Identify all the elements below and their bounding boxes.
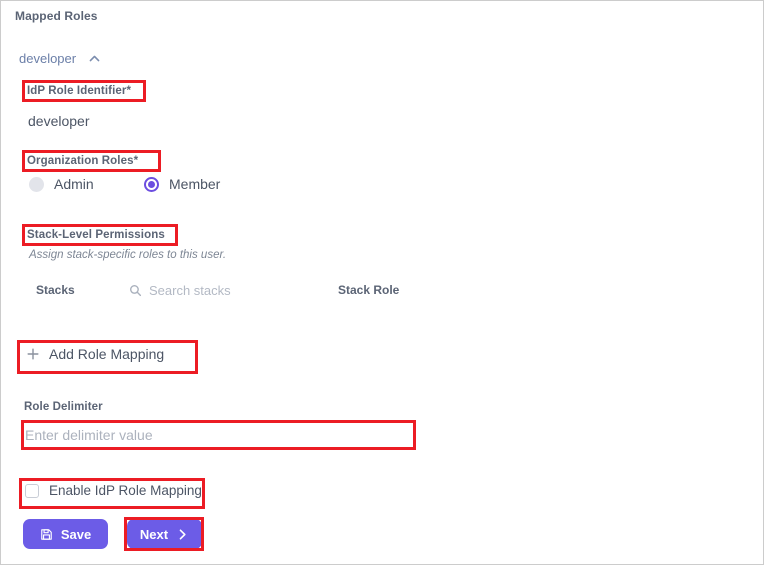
accordion-label: developer (19, 51, 77, 66)
enable-idp-role-mapping-checkbox[interactable]: Enable IdP Role Mapping (25, 483, 202, 498)
mapped-roles-panel: Mapped Roles developer IdP Role Identifi… (0, 0, 764, 565)
plus-icon (26, 347, 40, 361)
radio-option-member[interactable]: Member (144, 176, 220, 192)
next-button[interactable]: Next (127, 519, 202, 549)
radio-dot-member[interactable] (144, 176, 159, 192)
search-icon (129, 284, 142, 297)
chevron-right-icon (176, 528, 189, 541)
organization-roles-radio-group: Admin Member (29, 176, 220, 192)
save-button-label: Save (60, 526, 92, 542)
column-header-stacks: Stacks (36, 283, 75, 297)
organization-roles-label: Organization Roles* (27, 155, 139, 167)
radio-label-admin: Admin (54, 176, 94, 192)
stack-level-permissions-label: Stack-Level Permissions (27, 229, 165, 241)
radio-dot-admin[interactable] (29, 176, 44, 192)
accordion-header-developer[interactable]: developer (19, 51, 101, 66)
role-delimiter-label: Role Delimiter (24, 401, 103, 413)
next-button-label: Next (139, 526, 169, 542)
radio-option-admin[interactable]: Admin (29, 176, 144, 192)
checkbox-box[interactable] (25, 483, 39, 498)
add-role-mapping-button[interactable]: Add Role Mapping (26, 346, 164, 362)
radio-label-member: Member (169, 176, 221, 192)
add-role-mapping-label: Add Role Mapping (49, 346, 165, 362)
idp-role-identifier-value: developer (28, 113, 90, 129)
role-delimiter-input[interactable] (23, 422, 414, 448)
search-stacks-field[interactable] (129, 283, 299, 298)
column-header-stack-role: Stack Role (338, 283, 400, 297)
idp-role-identifier-label: IdP Role Identifier* (27, 85, 132, 97)
chevron-up-icon[interactable] (88, 52, 101, 65)
floppy-disk-save-icon (40, 528, 53, 541)
enable-idp-role-mapping-label: Enable IdP Role Mapping (49, 483, 202, 498)
stack-level-permissions-helper-text: Assign stack-specific roles to this user… (29, 249, 227, 261)
stacks-table-header: Stacks Stack Role (1, 283, 763, 301)
page-title: Mapped Roles (15, 9, 98, 23)
save-button[interactable]: Save (23, 519, 108, 549)
search-stacks-input[interactable] (149, 283, 299, 298)
